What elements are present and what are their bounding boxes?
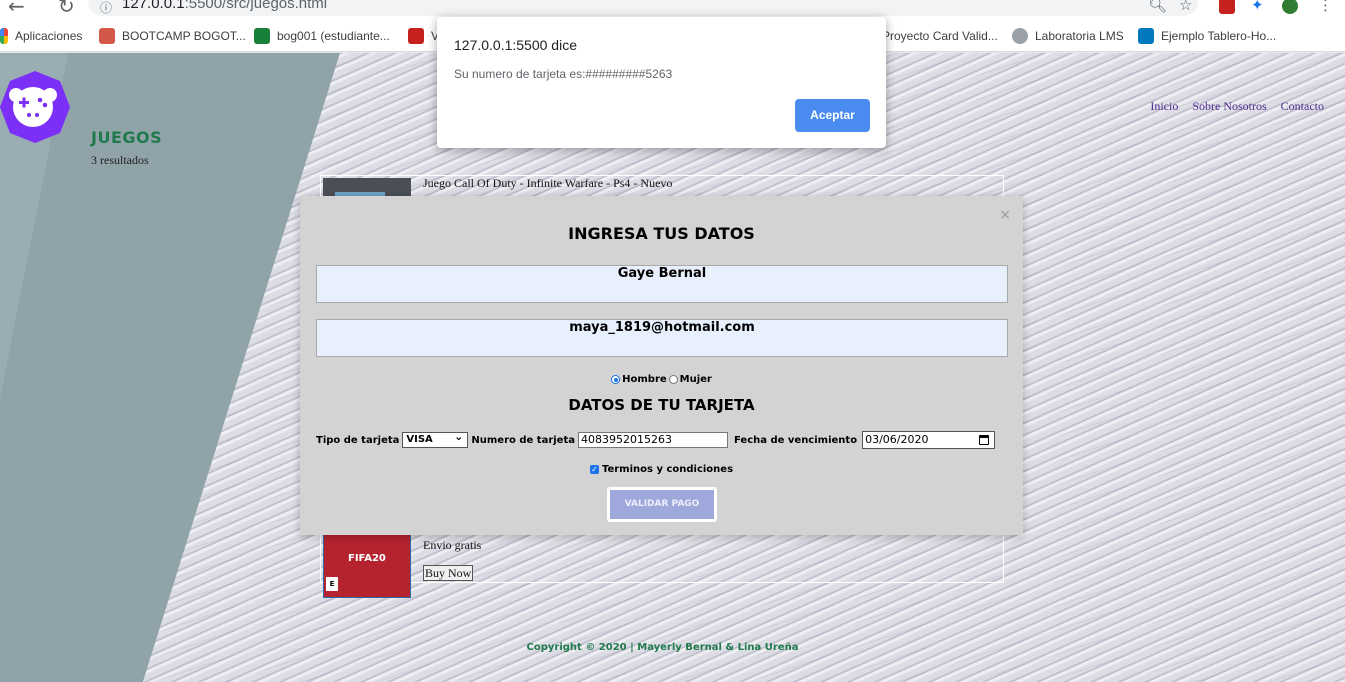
radio-label-hombre: Hombre — [622, 374, 667, 385]
bookmark-laboratoria[interactable]: Laboratoria LMS — [1012, 27, 1124, 45]
radio-label-mujer: Mujer — [679, 374, 712, 385]
email-field[interactable]: maya_1819@hotmail.com — [316, 319, 1008, 357]
terms-label: Terminos y condiciones — [601, 464, 734, 475]
expiry-date-input[interactable]: 03/06/2020 — [862, 431, 996, 449]
card-type-label: Tipo de tarjeta — [316, 434, 400, 446]
bookmark-label: Ejemplo Tablero-Ho... — [1161, 29, 1277, 43]
payment-modal: × INGRESA TUS DATOS Gaye Bernal maya_181… — [300, 196, 1023, 535]
gender-radio-group: Hombre Mujer — [300, 374, 1023, 385]
bookmark-v[interactable]: V — [408, 27, 439, 45]
address-url: 127.0.0.1:5500/src/juegos.html — [122, 0, 328, 12]
bookmark-label: BOOTCAMP BOGOT... — [122, 29, 246, 43]
bookmark-label: Laboratoria LMS — [1035, 29, 1124, 43]
bookmark-bog001[interactable]: bog001 (estudiante... — [254, 27, 390, 45]
footer-copyright: Copyright © 2020 | Mayerly Bernal & Lina… — [526, 642, 799, 653]
alert-message: Su numero de tarjeta es:#########5263 — [454, 67, 673, 81]
menu-dots-icon[interactable]: ⋮ — [1318, 0, 1333, 14]
alert-title: 127.0.0.1:5500 dice — [454, 37, 577, 53]
extensions-puzzle-icon[interactable]: ✦ — [1251, 0, 1264, 14]
bookmark-trello[interactable]: Ejemplo Tablero-Ho... — [1138, 27, 1276, 45]
apps-grid-icon — [0, 28, 8, 44]
alert-accept-button[interactable]: Aceptar — [795, 99, 870, 132]
card-type-select[interactable]: VISA — [402, 430, 469, 448]
calendar-icon[interactable] — [979, 435, 990, 445]
bookmark-card-validator[interactable]: Proyecto Card Valid... — [882, 27, 998, 45]
card-type-value: VISA — [406, 434, 433, 445]
bookmark-star-icon[interactable]: ☆ — [1179, 0, 1192, 14]
page-icon — [408, 28, 424, 44]
zoom-icon[interactable]: 🔍︎ — [1148, 0, 1167, 14]
bookmark-label: bog001 (estudiante... — [277, 29, 390, 43]
profile-avatar[interactable] — [1282, 0, 1298, 14]
section-title: JUEGOS — [91, 128, 163, 147]
terms-checkbox[interactable]: ✓ — [589, 465, 599, 474]
bootcamp-icon — [99, 28, 115, 44]
info-icon[interactable]: ⓘ — [100, 0, 112, 16]
product-title: Juego Call Of Duty - Infinite Warfare - … — [423, 176, 673, 190]
shipping-label: Envio gratis — [423, 538, 482, 552]
bookmark-bootcamp[interactable]: BOOTCAMP BOGOT... — [99, 27, 246, 45]
classroom-icon — [254, 28, 270, 44]
buy-now-button[interactable]: Buy Now — [423, 565, 474, 581]
card-section-title: DATOS DE TU TARJETA — [568, 396, 755, 414]
sidebar-background — [0, 53, 340, 682]
expiry-label: Fecha de vencimiento — [733, 434, 858, 446]
result-count: 3 resultados — [91, 153, 149, 167]
top-nav: Inicio Sobre Nosotros Contacto — [1150, 99, 1324, 114]
card-number-input[interactable]: 4083952015263 — [577, 432, 728, 448]
nav-link-sobre-nosotros[interactable]: Sobre Nosotros — [1192, 99, 1266, 114]
card-details-row: Tipo de tarjeta VISA Numero de tarjeta 4… — [316, 430, 996, 450]
validate-payment-button[interactable]: VALIDAR PAGO — [607, 487, 717, 522]
close-icon[interactable]: × — [999, 207, 1011, 223]
rating-badge: E — [326, 577, 338, 591]
expiry-value: 03/06/2020 — [865, 433, 929, 446]
thumbnail-brand: FIFA20 — [348, 553, 386, 564]
nav-link-contacto[interactable]: Contacto — [1281, 99, 1324, 114]
product-thumbnail[interactable]: FIFA20 E — [323, 526, 411, 598]
back-arrow-icon[interactable]: ← — [8, 0, 25, 18]
terms-row: ✓ Terminos y condiciones — [300, 464, 1023, 475]
pdf-extension-icon[interactable] — [1219, 0, 1235, 14]
trello-icon — [1138, 28, 1154, 44]
alert-dialog: 127.0.0.1:5500 dice Su numero de tarjeta… — [437, 17, 886, 148]
nav-link-inicio[interactable]: Inicio — [1150, 99, 1178, 114]
radio-hombre[interactable] — [611, 375, 621, 384]
gamepad-logo-icon[interactable] — [0, 71, 70, 143]
card-number-label: Numero de tarjeta — [471, 434, 575, 446]
bookmark-label: Aplicaciones — [15, 29, 83, 43]
bookmark-apps[interactable]: Aplicaciones — [0, 27, 82, 45]
reload-icon[interactable]: ↻ — [58, 0, 75, 18]
globe-icon — [1012, 28, 1028, 44]
name-field[interactable]: Gaye Bernal — [316, 265, 1008, 303]
address-bar[interactable]: ⓘ 127.0.0.1:5500/src/juegos.html — [88, 0, 1198, 16]
radio-mujer[interactable] — [668, 375, 678, 384]
modal-title: INGRESA TUS DATOS — [568, 224, 755, 243]
bookmark-label: Proyecto Card Valid... — [882, 29, 998, 43]
